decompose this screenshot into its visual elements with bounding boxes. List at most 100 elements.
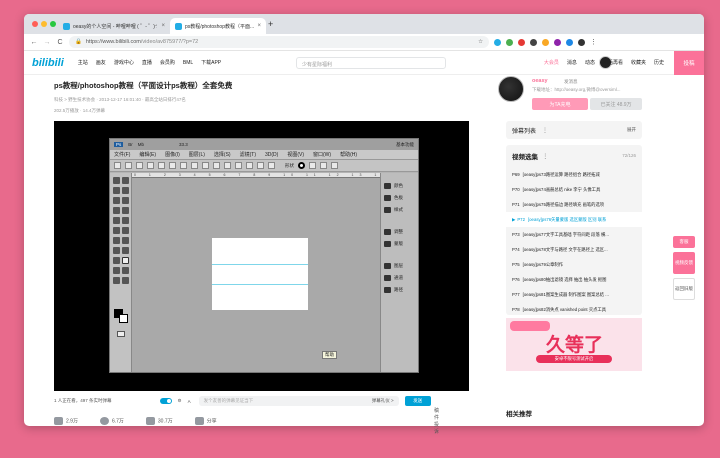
extension-icon[interactable]	[554, 38, 561, 46]
extension-icon[interactable]	[494, 38, 501, 46]
extension-icon[interactable]	[530, 38, 537, 46]
extension-icon[interactable]	[542, 38, 549, 46]
dodge-tool-icon	[122, 237, 129, 244]
danmaku-input[interactable]: 发个友善的弹幕见证当下 弹幕礼仪 >	[198, 396, 399, 406]
ad-banner[interactable]: 久等了 安卓不限号测试开启	[506, 318, 642, 371]
nav-mall[interactable]: 会员购	[160, 59, 175, 66]
playlist-item-active[interactable]: ▶ P72 [oeasy]ps76矢量蒙版 选区蒙版 区别 联系	[506, 212, 642, 227]
url-host: https://www.bilibili.com	[85, 39, 141, 45]
favorite-count: 30.7万	[157, 418, 173, 425]
danmaku-list-header[interactable]: 弹幕列表 ⋮ 展开	[506, 121, 642, 139]
more-icon[interactable]: ⋮	[542, 127, 548, 134]
old-version-button[interactable]: 返回旧版	[673, 278, 695, 300]
hand-tool-icon	[113, 277, 120, 284]
playlist-item[interactable]: P78 [oeasy]ps82消失点 vanished point 灭点工具	[506, 302, 642, 317]
nav-watch-later[interactable]: 稍后再看	[603, 59, 623, 66]
nav-bml[interactable]: BML	[183, 60, 193, 66]
tab-ps-tutorial[interactable]: ps教程/photoshop教程（平面... ×	[170, 18, 266, 34]
report-link[interactable]: 稿件投诉	[434, 407, 439, 435]
more-icon[interactable]: ⋮	[542, 152, 549, 160]
history-brush-icon	[122, 217, 129, 224]
guide-line	[212, 284, 308, 285]
masks-panel-icon	[384, 241, 391, 247]
url-field[interactable]: 🔒 https://www.bilibili.com/video/av87597…	[69, 36, 489, 48]
part-number: P74	[512, 247, 520, 252]
game-logo	[510, 321, 550, 331]
playlist-item[interactable]: P76 [oeasy]ps80抽出滤镜 选择 抽出 抽头发 抠图	[506, 272, 642, 287]
close-tab-icon[interactable]: ×	[257, 23, 261, 29]
star-icon[interactable]: ☆	[478, 39, 483, 45]
playlist-item[interactable]: P77 [oeasy]ps81图案生成器 制作图案 图案总结 ...	[506, 287, 642, 302]
back-button[interactable]: ←	[30, 39, 38, 46]
video-feedback-button[interactable]: 视频反馈	[673, 252, 695, 274]
danmaku-toggle[interactable]	[159, 398, 172, 404]
lasso-tool-icon	[113, 187, 120, 194]
nav-vip[interactable]: 大会员	[544, 59, 559, 66]
close-window-button[interactable]	[32, 21, 38, 27]
ps-workspace: 基本功能	[396, 141, 414, 147]
playlist-item[interactable]: P73 [oeasy]ps77文字工具基础 字符间距 段落 横...	[506, 227, 642, 242]
tab-oeasy-space[interactable]: oeasy的个人空间 - 哔哩哔哩 ( ゜- ゜)つロ ×	[58, 18, 170, 34]
bilibili-logo[interactable]: bilibili	[32, 57, 64, 69]
ad-title: 久等了	[546, 335, 604, 356]
playlist-item[interactable]: P74 [oeasy]ps78文字与路径 文字在路径上 选区...	[506, 242, 642, 257]
photoshop-window: Ps Br Mb 33.3 基本功能 文件(F) 编辑(E) 图像(I) 图层(…	[109, 138, 419, 373]
playing-icon: ▶	[512, 216, 516, 222]
nav-live[interactable]: 直播	[142, 59, 152, 66]
extension-icon[interactable]	[518, 38, 525, 46]
nav-history[interactable]: 历史	[654, 59, 664, 66]
header-right-links: 大会员 消息 动态 稍后再看 收藏夹 历史	[544, 59, 664, 66]
ps-menu-image: 图像(I)	[165, 152, 180, 158]
extension-icon[interactable]	[506, 38, 513, 46]
nav-game-center[interactable]: 游戏中心	[114, 59, 134, 66]
nav-painter[interactable]: 画友	[96, 59, 106, 66]
panel-label: 路径	[394, 287, 403, 292]
ps-menubar: 文件(F) 编辑(E) 图像(I) 图层(L) 选择(S) 滤镜(T) 3D(D…	[110, 150, 418, 160]
upload-button[interactable]: 投稿	[674, 51, 704, 75]
guide-line	[212, 264, 308, 265]
send-danmaku-button[interactable]: 发送	[404, 396, 431, 406]
new-tab-button[interactable]: +	[268, 19, 273, 29]
nav-favorites[interactable]: 收藏夹	[631, 59, 646, 66]
playlist-item[interactable]: P75 [oeasy]ps79公章制作	[506, 257, 642, 272]
search-input[interactable]: 少有星际福利	[296, 57, 446, 69]
nav-download-app[interactable]: 下载APP	[201, 59, 221, 66]
coin-button[interactable]: 6.7万	[99, 417, 124, 425]
danmaku-bar: 1 人正在看，497 条实时弹幕 ⚙ A 发个友善的弹幕见证当下 弹幕礼仪 > …	[54, 394, 469, 408]
close-tab-icon[interactable]: ×	[161, 23, 165, 29]
charge-button[interactable]: 为TA充电	[532, 98, 588, 110]
playlist-count: 72/126	[622, 153, 636, 158]
uploader-avatar[interactable]	[498, 76, 524, 102]
nav-dynamics[interactable]: 动态	[585, 59, 595, 66]
bilibili-favicon	[175, 22, 182, 30]
video-player[interactable]: Ps Br Mb 33.3 基本功能 文件(F) 编辑(E) 图像(I) 图层(…	[54, 121, 469, 391]
like-button[interactable]: 2.9万	[54, 417, 78, 425]
follow-button[interactable]: 已关注 48.9万	[590, 98, 642, 110]
ps-menu-edit: 编辑(E)	[139, 152, 157, 158]
more-menu-icon[interactable]: ⋮	[590, 38, 597, 46]
forward-button[interactable]: →	[43, 39, 51, 46]
crop-tool-icon	[113, 197, 120, 204]
favorite-button[interactable]: 30.7万	[145, 417, 173, 425]
danmaku-etiquette-link[interactable]: 弹幕礼仪 >	[372, 398, 394, 404]
reload-button[interactable]: C	[56, 39, 64, 46]
customer-service-button[interactable]: 客服	[673, 236, 695, 248]
minimize-window-button[interactable]	[41, 21, 47, 27]
playlist-item[interactable]: P69 [oeasy]ps73路径运算 路径组合 路径拓减	[506, 167, 642, 182]
extension-icon[interactable]	[566, 38, 573, 46]
paths-panel-icon	[384, 287, 391, 293]
watching-count: 1 人正在看，497 条实时弹幕	[54, 398, 112, 404]
nav-main[interactable]: 主站	[78, 59, 88, 66]
zoom-window-button[interactable]	[50, 21, 56, 27]
send-message-link[interactable]: 发消息	[564, 79, 578, 85]
share-button[interactable]: 分享	[194, 417, 217, 425]
danmaku-style-icon[interactable]: A	[188, 399, 191, 404]
playlist-item[interactable]: P70 [oeasy]ps74画册总结 nike 李宁 头像工具	[506, 182, 642, 197]
profile-avatar[interactable]	[578, 38, 585, 46]
uploader-name[interactable]: oeasy	[532, 78, 548, 84]
danmaku-settings-icon[interactable]: ⚙	[178, 398, 182, 404]
expand-button[interactable]: 展开	[627, 127, 636, 133]
nav-messages[interactable]: 消息	[567, 59, 577, 66]
playlist-item[interactable]: P71 [oeasy]ps75路径描边 路径填充 画笔的选项	[506, 197, 642, 212]
playlist-header: 视频选集 ⋮ 72/126	[506, 145, 642, 167]
